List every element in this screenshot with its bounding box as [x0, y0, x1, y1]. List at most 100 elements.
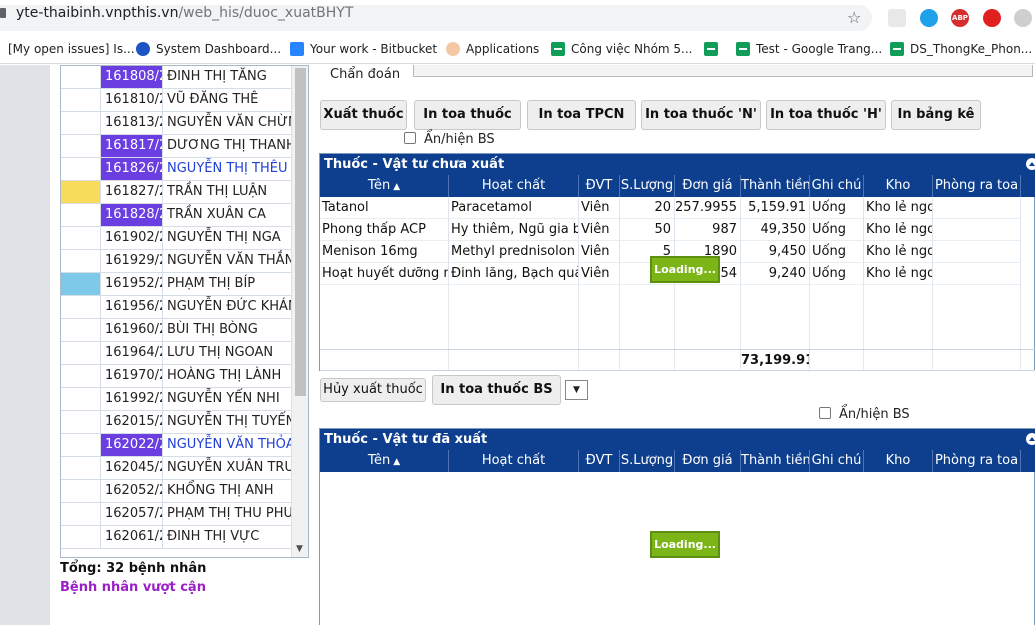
col-hoat-chat-cell[interactable]: Hy thiêm, Ngũ gia bì [449, 219, 579, 241]
col-phong-ra-toa-cell[interactable] [933, 263, 1021, 285]
bookmark-item[interactable]: Applications [446, 42, 539, 56]
scrollbar-thumb[interactable] [295, 68, 306, 396]
bookmark-item[interactable]: System Dashboard... [136, 42, 281, 56]
col-thanh-tien-cell[interactable]: 49,350 [741, 219, 810, 241]
col-dvt-cell[interactable]: Viên [579, 241, 620, 263]
patient-row[interactable]: 161817/2 DƯƠNG THỊ THANH [61, 135, 291, 158]
collapse-icon[interactable] [1026, 433, 1035, 445]
col-thanh-tien-cell[interactable]: 9,240 [741, 263, 810, 285]
col-kho-header[interactable]: Kho [864, 450, 933, 472]
xuat-thuoc-button[interactable]: Xuất thuốc [320, 100, 407, 130]
bookmark-item[interactable]: Công việc Nhóm 5... [551, 42, 693, 56]
col-kho-cell[interactable]: Kho lẻ ngoại [864, 263, 933, 285]
col-so-luong-header[interactable]: S.Lượng [620, 175, 675, 197]
col-hoat-chat-header[interactable]: Hoạt chất [449, 450, 579, 472]
in-toa-tpcn-button[interactable]: In toa TPCN [527, 100, 636, 130]
url-text[interactable]: yte-thaibinh.vnpthis.vn/web_his/duoc_xua… [16, 5, 353, 21]
col-ten-header[interactable]: Tên ▲ [320, 175, 449, 197]
patient-row[interactable]: 161813/2 NGUYỄN VĂN CHỪNG [61, 112, 291, 135]
col-so-luong-header[interactable]: S.Lượng [620, 450, 675, 472]
col-ten-header[interactable]: Tên ▲ [320, 450, 449, 472]
star-icon[interactable]: ☆ [847, 8, 861, 27]
patient-list-scrollbar[interactable]: ▼ [291, 66, 308, 557]
col-hoat-chat-cell[interactable]: Đinh lăng, Bạch quả [449, 263, 579, 285]
col-phong-ra-toa-header[interactable]: Phòng ra toa [933, 450, 1021, 472]
in-toa-bs-button[interactable]: In toa thuốc BS [432, 375, 561, 405]
col-so-luong-cell[interactable]: 20 [620, 197, 675, 219]
toggle-bs-checkbox-2[interactable] [819, 407, 831, 419]
col-dvt-cell[interactable]: Viên [579, 219, 620, 241]
col-ten-cell[interactable]: Menison 16mg [320, 241, 449, 263]
col-ghi-chu-cell[interactable]: Uống [810, 263, 864, 285]
col-phong-ra-toa-cell[interactable] [933, 241, 1021, 263]
col-dvt-cell[interactable]: Viên [579, 263, 620, 285]
col-thanh-tien-header[interactable]: Thành tiền [741, 175, 810, 197]
patient-row[interactable]: 161960/2 BÙI THỊ BÒNG [61, 319, 291, 342]
in-bang-ke-button[interactable]: In bảng kê [891, 100, 981, 130]
patient-row[interactable]: 162057/2 PHẠM THỊ THU PHƯƠNG [61, 503, 291, 526]
diagnosis-textarea[interactable] [413, 65, 1033, 77]
col-dvt-cell[interactable]: Viên [579, 197, 620, 219]
patient-row[interactable]: 162061/2 ĐINH THỊ VỰC [61, 526, 291, 549]
col-phong-ra-toa-header[interactable]: Phòng ra toa [933, 175, 1021, 197]
col-don-gia-header[interactable]: Đơn giá [675, 175, 741, 197]
patient-row[interactable]: 161964/2 LƯU THỊ NGOAN [61, 342, 291, 365]
col-hoat-chat-header[interactable]: Hoạt chất [449, 175, 579, 197]
toggle-bs-checkbox[interactable] [404, 132, 416, 144]
col-hoat-chat-cell[interactable]: Paracetamol [449, 197, 579, 219]
col-ten-cell[interactable]: Tatanol [320, 197, 449, 219]
patient-row[interactable]: 162045/2 NGUYỄN XUÂN TRƯỜNG [61, 457, 291, 480]
patient-row[interactable]: 161952/2 PHẠM THỊ BÍP [61, 273, 291, 296]
col-don-gia-cell[interactable]: 987 [675, 219, 741, 241]
col-phong-ra-toa-cell[interactable] [933, 219, 1021, 241]
print-options-dropdown[interactable]: ▼ [565, 380, 588, 400]
col-thanh-tien-cell[interactable]: 5,159.91 [741, 197, 810, 219]
patient-row[interactable]: 162052/2 KHỔNG THỊ ANH [61, 480, 291, 503]
bookmark-item[interactable] [704, 42, 718, 56]
patient-row[interactable]: 162015/2 NGUYỄN THỊ TUYẾN [61, 411, 291, 434]
bookmark-item[interactable]: Your work - Bitbucket [290, 42, 437, 56]
patient-row[interactable]: 161826/2 NGUYỄN THỊ THÊU [61, 158, 291, 181]
col-ghi-chu-cell[interactable]: Uống [810, 197, 864, 219]
shield-extension-icon[interactable] [983, 9, 1001, 27]
patient-row[interactable]: 161828/2 TRẦN XUÂN CA [61, 204, 291, 227]
patient-row[interactable]: 161956/2 NGUYỄN ĐỨC KHÁNH [61, 296, 291, 319]
col-ten-cell[interactable]: Phong thấp ACP [320, 219, 449, 241]
col-dvt-header[interactable]: ĐVT [579, 450, 620, 472]
col-ghi-chu-header[interactable]: Ghi chú [810, 175, 864, 197]
col-dvt-header[interactable]: ĐVT [579, 175, 620, 197]
bookmark-item[interactable]: [My open issues] Is... [8, 42, 135, 56]
col-so-luong-cell[interactable]: 50 [620, 219, 675, 241]
skype-icon[interactable] [920, 9, 938, 27]
col-don-gia-cell[interactable]: 257.9955 [675, 197, 741, 219]
patient-row[interactable]: 161929/2 NGUYỄN VĂN THẮNG [61, 250, 291, 273]
col-hoat-chat-cell[interactable]: Methyl prednisolon [449, 241, 579, 263]
col-kho-cell[interactable]: Kho lẻ ngoại [864, 219, 933, 241]
col-kho-cell[interactable]: Kho lẻ ngoại [864, 241, 933, 263]
adblock-icon[interactable]: ABP [951, 9, 969, 27]
bookmark-item[interactable]: DS_ThongKe_Phon... [890, 42, 1032, 56]
scroll-down-icon[interactable]: ▼ [296, 544, 303, 554]
patient-row[interactable]: 161902/2 NGUYỄN THỊ NGA [61, 227, 291, 250]
collapse-icon[interactable] [1026, 158, 1035, 170]
col-kho-cell[interactable]: Kho lẻ ngoại [864, 197, 933, 219]
huy-xuat-thuoc-button[interactable]: Hủy xuất thuốc [320, 378, 426, 402]
extension-icon[interactable] [1014, 9, 1032, 27]
col-thanh-tien-header[interactable]: Thành tiền [741, 450, 810, 472]
extension-icon[interactable] [888, 9, 906, 27]
col-ghi-chu-cell[interactable]: Uống [810, 241, 864, 263]
col-ghi-chu-header[interactable]: Ghi chú [810, 450, 864, 472]
col-don-gia-header[interactable]: Đơn giá [675, 450, 741, 472]
col-ghi-chu-cell[interactable]: Uống [810, 219, 864, 241]
col-thanh-tien-cell[interactable]: 9,450 [741, 241, 810, 263]
patient-row[interactable]: 161992/2 NGUYỄN YẾN NHI [61, 388, 291, 411]
col-ten-cell[interactable]: Hoạt huyết dưỡng não [320, 263, 449, 285]
col-phong-ra-toa-cell[interactable] [933, 197, 1021, 219]
patient-row[interactable]: 161808/2 ĐINH THỊ TĂNG [61, 66, 291, 89]
patient-row[interactable]: 161810/2 VŨ ĐĂNG THÊ [61, 89, 291, 112]
patient-row[interactable]: 161970/2 HOÀNG THỊ LÀNH [61, 365, 291, 388]
col-kho-header[interactable]: Kho [864, 175, 933, 197]
patient-row[interactable]: 162022/2 NGUYỄN VĂN THỎA [61, 434, 291, 457]
in-toa-h-button[interactable]: In toa thuốc 'H' [766, 100, 886, 130]
bookmark-item[interactable]: Test - Google Trang... [736, 42, 882, 56]
